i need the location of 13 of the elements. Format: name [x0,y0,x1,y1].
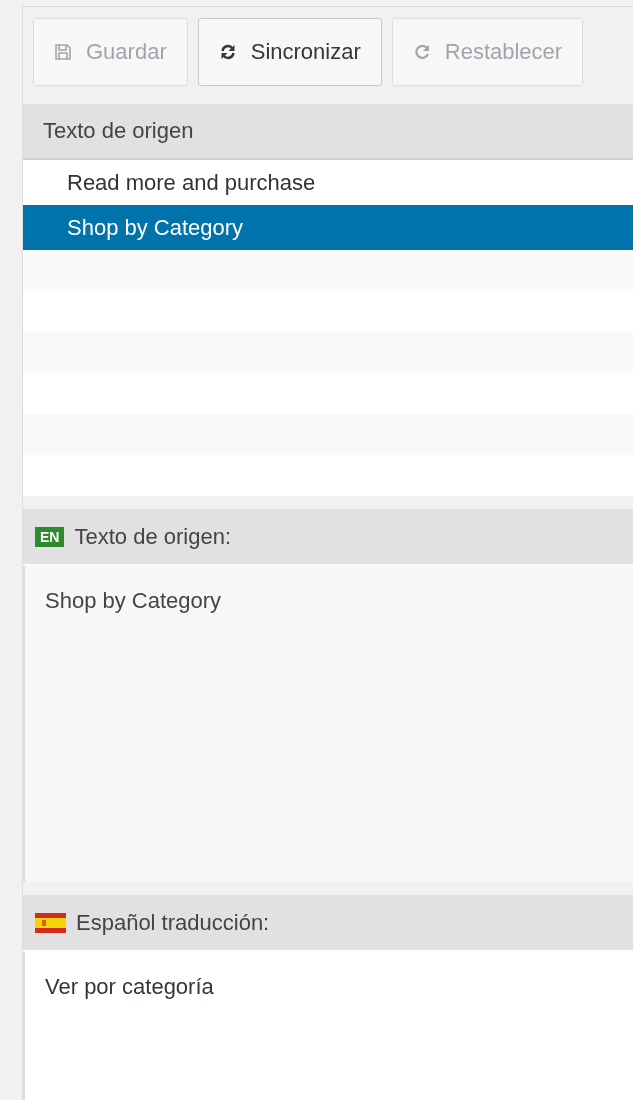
sync-icon [218,43,237,61]
string-row[interactable]: Shop by Category [23,205,633,250]
column-header: Texto de origen [43,118,194,144]
toolbar-button[interactable]: Sincronizar [197,18,382,86]
translation-field[interactable]: Ver por categoría [23,952,633,1100]
language-badge: EN [35,526,65,547]
spain-flag-icon [35,912,66,933]
section-label: Texto de origen: [74,523,231,550]
source-text-area: Shop by Category [23,566,633,882]
section-label: Español traducción: [76,909,270,936]
save-icon [54,43,72,61]
reset-icon [412,43,431,61]
string-row[interactable]: Read more and purchase [23,160,633,205]
